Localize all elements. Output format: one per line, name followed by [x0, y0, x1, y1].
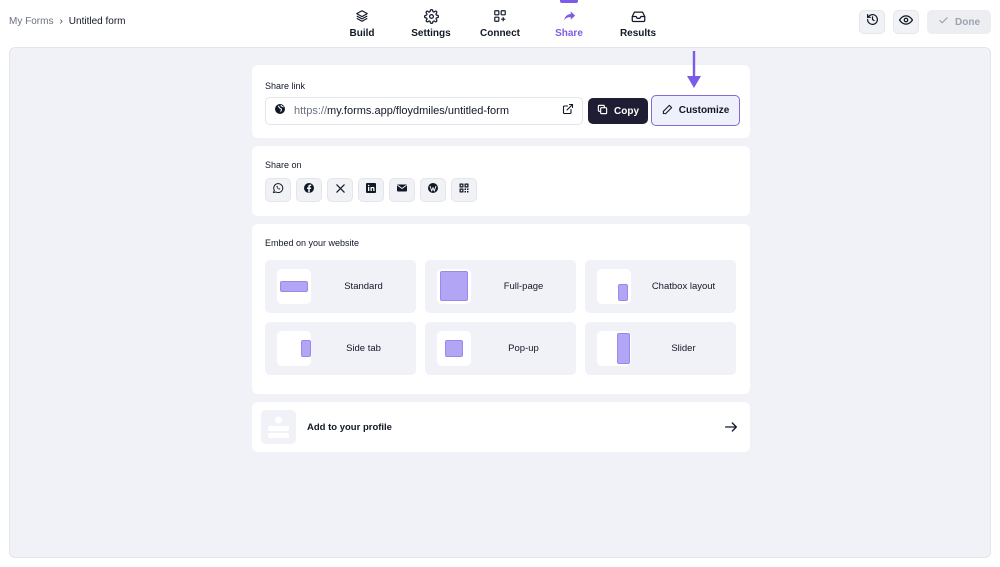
share-link-title: Share link [265, 81, 306, 91]
email-icon [396, 181, 408, 199]
tab-connect[interactable]: Connect [479, 0, 521, 46]
tab-settings[interactable]: Settings [409, 0, 453, 46]
share-on-card: Share on [252, 146, 750, 216]
external-link-icon[interactable] [562, 102, 574, 120]
full-page-layout-icon [437, 269, 471, 304]
share-x-button[interactable] [327, 178, 353, 202]
share-arrow-icon [561, 8, 577, 24]
copy-button[interactable]: Copy [588, 98, 648, 124]
pencil-icon [662, 104, 673, 118]
tab-build[interactable]: Build [345, 0, 379, 46]
standard-layout-shape [280, 281, 308, 292]
share-email-button[interactable] [389, 178, 415, 202]
embed-option-label: Slider [671, 343, 696, 354]
done-button-label: Done [955, 16, 980, 28]
grid-plus-icon [492, 8, 508, 24]
embed-option-standard[interactable]: Standard [265, 260, 416, 313]
share-url-text: https://my.forms.app/floydmiles/untitled… [294, 105, 554, 117]
embed-option-label: Standard [344, 281, 383, 292]
tab-results-label: Results [619, 28, 657, 39]
share-canvas: Share link https://my.forms.app/floydmil… [9, 47, 991, 558]
embed-option-pop-up[interactable]: Pop-up [425, 322, 576, 375]
slider-layout-shape [617, 333, 630, 364]
share-linkedin-button[interactable] [358, 178, 384, 202]
chatbox-layout-shape [618, 284, 628, 301]
active-tab-indicator [560, 0, 578, 3]
main-nav: Build Settings Connect Share Results [0, 0, 1000, 46]
x-icon [335, 181, 346, 199]
linkedin-icon [365, 181, 377, 199]
pop-up-layout-icon [437, 331, 471, 366]
inbox-icon [630, 8, 646, 24]
history-button[interactable] [859, 10, 885, 34]
qr-code-icon [458, 181, 470, 199]
share-wordpress-button[interactable] [420, 178, 446, 202]
check-icon [938, 15, 949, 29]
whatsapp-icon [272, 181, 284, 199]
tab-share[interactable]: Share [554, 0, 584, 46]
embed-option-side-tab[interactable]: Side tab [265, 322, 416, 375]
arrow-right-icon [723, 419, 739, 435]
preview-button[interactable] [893, 10, 919, 34]
embed-title: Embed on your website [265, 238, 360, 248]
copy-icon [597, 104, 608, 118]
facebook-icon [303, 181, 315, 199]
share-url-protocol: https:// [294, 105, 328, 117]
share-facebook-button[interactable] [296, 178, 322, 202]
done-button[interactable]: Done [927, 10, 991, 34]
top-bar: My Forms › Untitled form Build Settings … [0, 0, 1000, 46]
embed-option-full-page[interactable]: Full-page [425, 260, 576, 313]
social-buttons [265, 178, 477, 202]
share-url-field[interactable]: https://my.forms.app/floydmiles/untitled… [265, 97, 583, 125]
share-qr-code-button[interactable] [451, 178, 477, 202]
side-tab-layout-shape [301, 340, 311, 357]
tab-build-label: Build [349, 28, 375, 39]
embed-option-slider[interactable]: Slider [585, 322, 736, 375]
eye-icon [898, 13, 914, 32]
tab-results[interactable]: Results [619, 0, 657, 46]
gear-icon [423, 8, 439, 24]
embed-option-label: Pop-up [508, 343, 539, 354]
customize-button-label: Customize [678, 105, 730, 116]
arrow-down-icon [686, 51, 702, 89]
profile-card-icon [261, 410, 296, 444]
history-icon [866, 13, 879, 31]
full-page-layout-shape [440, 271, 468, 301]
add-to-profile-card[interactable]: Add to your profile [252, 402, 750, 452]
embed-option-chatbox-layout[interactable]: Chatbox layout [585, 260, 736, 313]
share-whatsapp-button[interactable] [265, 178, 291, 202]
share-on-title: Share on [265, 160, 302, 170]
share-url-path: my.forms.app/floydmiles/untitled-form [327, 105, 509, 117]
add-to-profile-label: Add to your profile [307, 421, 392, 433]
embed-card: Embed on your website Standard Full-page… [252, 224, 750, 394]
share-link-card: Share link https://my.forms.app/floydmil… [252, 65, 750, 138]
customize-button[interactable]: Customize [651, 95, 740, 126]
embed-option-label: Full-page [503, 281, 544, 292]
tab-connect-label: Connect [480, 28, 520, 39]
embed-option-label: Chatbox layout [651, 281, 716, 292]
tab-share-label: Share [555, 28, 583, 39]
layers-icon [354, 8, 370, 24]
chatbox-layout-icon [597, 269, 631, 304]
copy-button-label: Copy [614, 105, 639, 117]
wordpress-icon [427, 181, 439, 199]
globe-icon [274, 102, 286, 120]
slider-layout-icon [597, 331, 631, 366]
embed-options-grid: Standard Full-page Chatbox layout Side t… [265, 260, 736, 375]
side-tab-layout-icon [277, 331, 311, 366]
pop-up-layout-shape [445, 340, 463, 357]
top-right-actions: Done [859, 10, 991, 34]
embed-option-label: Side tab [346, 343, 381, 354]
tab-settings-label: Settings [411, 28, 451, 39]
standard-layout-icon [277, 269, 311, 304]
